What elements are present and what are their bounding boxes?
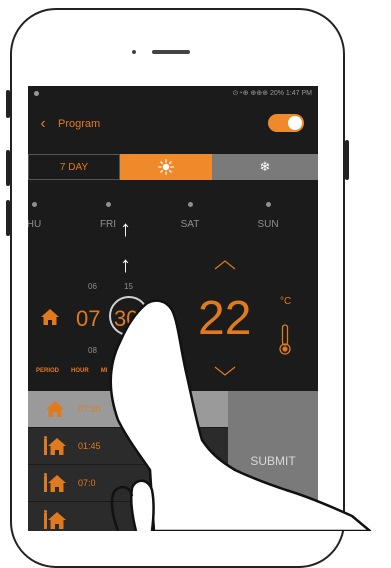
swipe-up-arrow-icon: ↑ <box>120 252 131 277</box>
period-time: 01:45 <box>78 441 101 451</box>
day-label: FRI <box>99 219 117 230</box>
chevron-left-icon[interactable]: ‹ <box>34 110 52 138</box>
swipe-up-arrow-icon: ↑ <box>120 216 131 241</box>
volume-down-button <box>6 200 10 236</box>
app-screen: ⊙◔⊕ ⊕⊕⊕ 20% 1:47 PM ‹ Program 7 DAY ❄ HU… <box>28 86 318 531</box>
camera-dot <box>132 50 136 54</box>
sun-icon <box>158 159 174 175</box>
day-dot <box>105 202 111 207</box>
list-item[interactable] <box>28 502 228 531</box>
status-bar: ⊙◔⊕ ⊕⊕⊕ 20% 1:47 PM <box>28 86 318 100</box>
speaker-slot <box>152 50 190 54</box>
toggle-knob <box>288 116 302 130</box>
chevron-down-icon[interactable] <box>214 366 236 376</box>
person-leaving-home-icon <box>42 509 68 531</box>
day-item-sat[interactable]: SAT <box>170 202 210 230</box>
thermometer-icon <box>279 324 291 355</box>
status-icons: ⊙◔⊕ ⊕⊕⊕ 20% <box>232 90 284 97</box>
picker-labels: PERIOD HOUR MI <box>36 368 107 374</box>
day-label: SUN <box>257 219 279 230</box>
minute-label: MI <box>100 368 108 374</box>
list-item[interactable]: 01:45 <box>28 428 228 464</box>
chevron-up-icon[interactable] <box>214 260 236 270</box>
day-selector: HU FRI SAT SUN <box>28 202 318 242</box>
program-toggle[interactable] <box>268 114 304 132</box>
person-leaving-home-icon <box>42 472 68 494</box>
day-item-thu[interactable]: HU <box>28 202 54 230</box>
submit-button[interactable]: SUBMIT <box>228 391 318 531</box>
hour-label: HOUR <box>71 368 89 374</box>
period-label: PERIOD <box>36 368 60 374</box>
day-dot <box>265 202 271 207</box>
notification-icon <box>34 90 39 96</box>
seven-day-button[interactable]: 7 DAY <box>28 154 120 180</box>
hour-prev: 06 <box>88 282 97 291</box>
day-label: HU <box>28 219 42 230</box>
temperature-unit: °C <box>280 296 292 307</box>
page-title: Program <box>58 118 101 130</box>
day-item-sun[interactable]: SUN <box>248 202 288 230</box>
day-dot <box>31 202 37 207</box>
temperature-value: 22 <box>198 292 252 345</box>
power-button <box>345 140 349 180</box>
day-dot <box>187 202 193 207</box>
list-item[interactable]: 07:0 <box>28 465 228 501</box>
volume-up-button <box>6 150 10 186</box>
minute-prev: 15 <box>124 282 133 291</box>
snow-mode-button[interactable]: ❄ <box>212 154 318 180</box>
status-time: 1:47 PM <box>285 90 312 97</box>
list-item[interactable]: 07:30 <box>28 391 228 427</box>
home-icon <box>42 398 68 420</box>
side-button <box>6 90 10 118</box>
hour-value[interactable]: 07 <box>76 306 100 332</box>
minute-value[interactable]: 30 <box>114 306 138 332</box>
snowflake-icon: ❄ <box>259 159 271 174</box>
hour-next: 08 <box>88 346 97 355</box>
period-list: 07:30 01:45 07:0 <box>28 391 228 531</box>
person-leaving-home-icon <box>42 435 68 457</box>
sun-mode-button[interactable] <box>120 154 212 180</box>
minute-next: 4 <box>124 346 129 355</box>
home-icon <box>41 309 59 325</box>
day-label: SAT <box>180 219 200 230</box>
period-time: 07:30 <box>78 404 101 414</box>
period-time: 07:0 <box>78 478 96 488</box>
mode-bar: 7 DAY ❄ <box>28 154 318 180</box>
